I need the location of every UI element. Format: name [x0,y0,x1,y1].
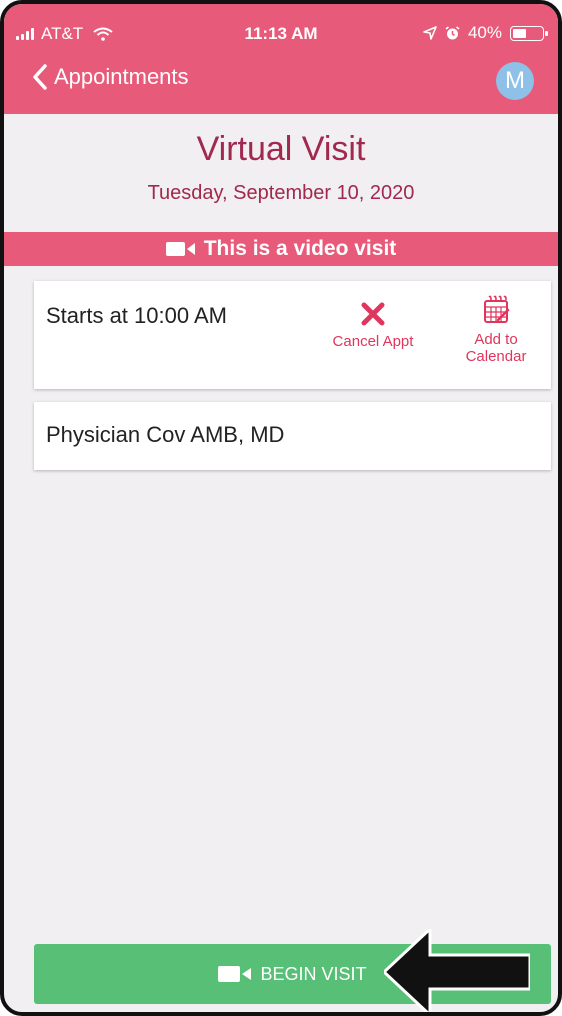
begin-visit-label: BEGIN VISIT [260,963,367,984]
chevron-left-icon [33,64,47,90]
visit-date: Tuesday, September 10, 2020 [147,182,415,204]
start-time: Starts at 10:00 AM [46,303,227,328]
phone-frame: AT&T 11:13 AM 40% Appointments M Virtual… [0,0,562,1016]
avatar[interactable]: M [496,62,534,100]
add-to-calendar-label-line2: Calendar [465,348,527,365]
arrow-annotation-icon [384,929,530,1012]
video-camera-icon [165,242,195,256]
cancel-appointment-label: Cancel Appt [332,333,414,350]
physician-card: Physician Cov AMB, MD [34,402,551,470]
video-banner-text: This is a video visit [203,237,397,260]
status-bar: AT&T 11:13 AM 40% [4,4,558,54]
back-button-label: Appointments [54,64,189,89]
back-button[interactable]: Appointments [32,64,189,90]
alarm-icon [445,25,460,39]
close-x-icon [361,302,385,326]
calendar-icon [484,295,510,323]
cancel-appointment-button[interactable]: Cancel Appt [318,301,428,350]
add-to-calendar-label-line1: Add to [474,331,518,348]
status-right: 40% [423,23,548,43]
visit-title-area: Virtual Visit Tuesday, September 10, 202… [4,114,558,232]
location-icon [423,26,437,40]
appointment-time-card: Starts at 10:00 AM Cancel Appt Add to Ca… [34,281,551,389]
video-visit-banner: This is a video visit [4,232,558,266]
video-camera-icon [218,966,252,982]
page-title: Virtual Visit [196,130,366,168]
app-header: AT&T 11:13 AM 40% Appointments M [4,4,558,114]
add-to-calendar-button[interactable]: Add to Calendar [448,295,544,365]
physician-name: Physician Cov AMB, MD [46,422,285,447]
battery-icon [510,25,548,41]
battery-percent: 40% [467,23,502,42]
